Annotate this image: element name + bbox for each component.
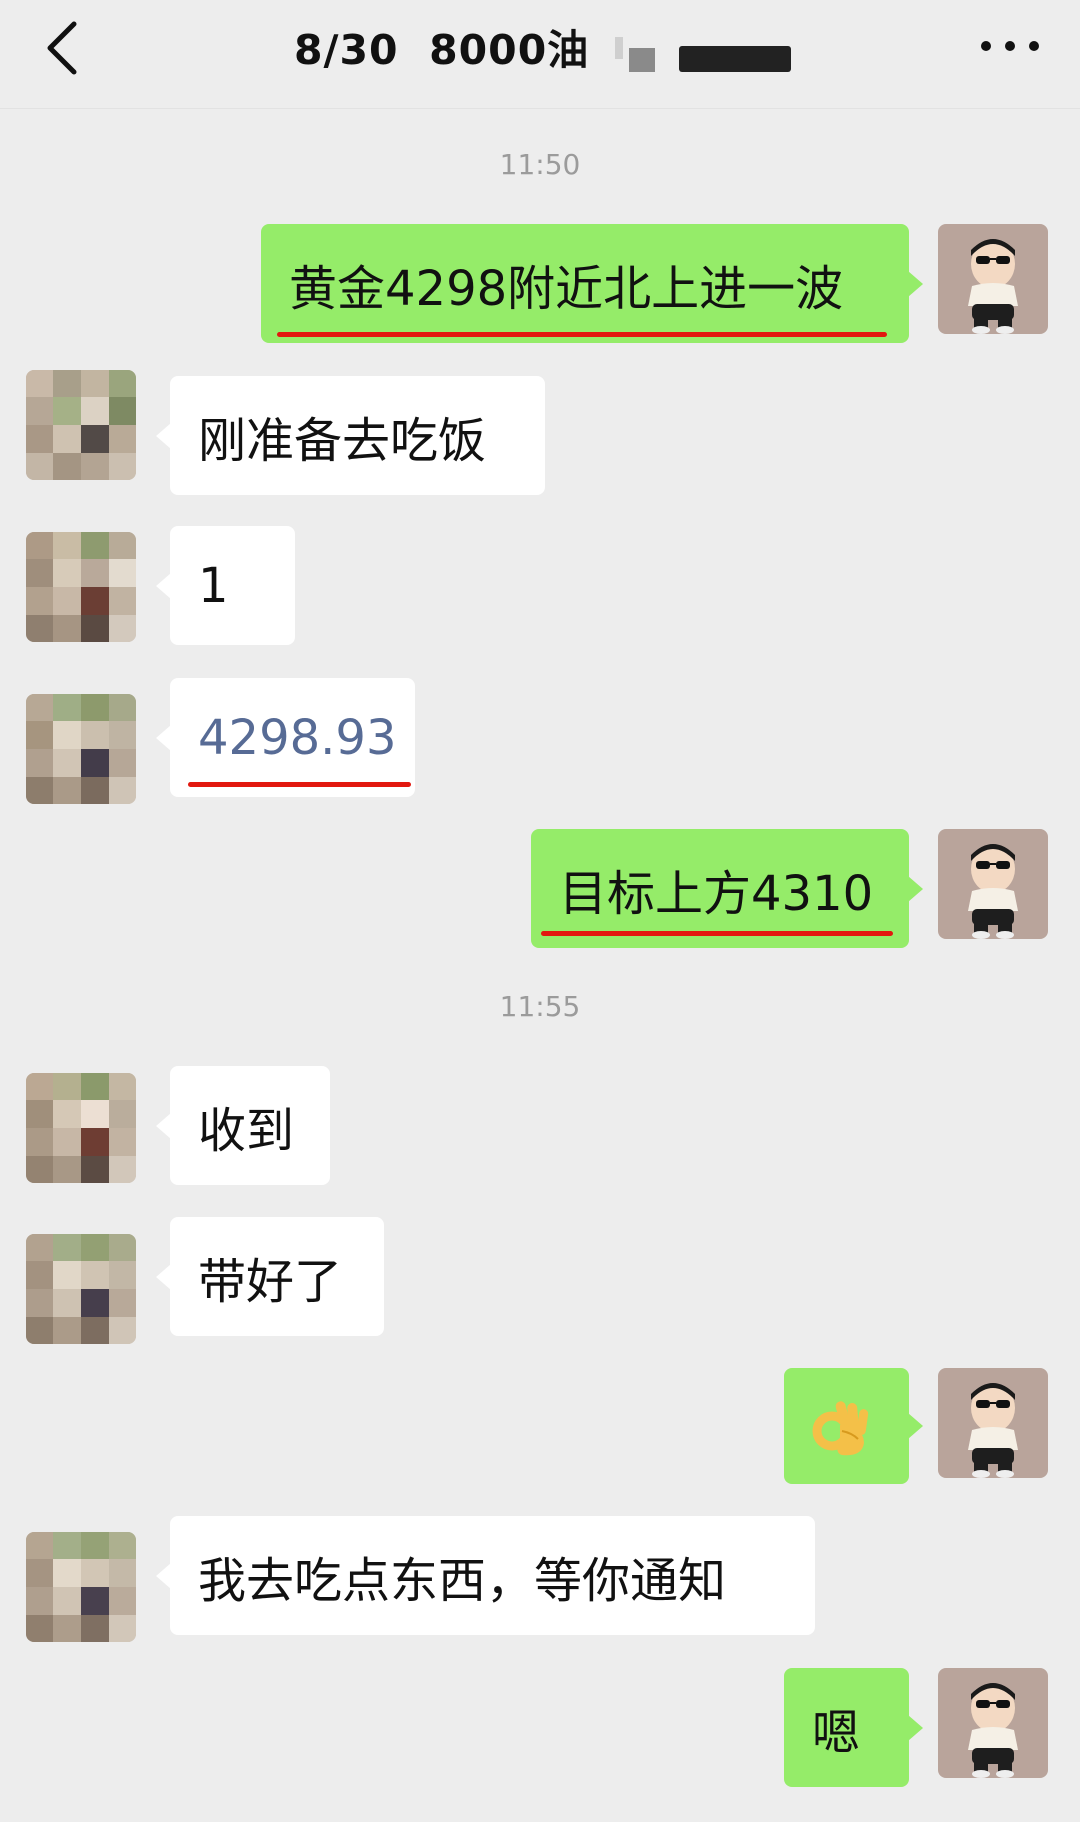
redacted-name-part (629, 48, 656, 72)
pixelated-avatar-icon (26, 1532, 136, 1642)
avatar-contact[interactable] (26, 1234, 136, 1344)
message-text: 目标上方4310 (559, 865, 874, 922)
message-bubble-incoming[interactable]: 收到 (156, 1066, 330, 1185)
message-text: 我去吃点东西，等你通知 (198, 1552, 727, 1609)
ok-hand-emoji-icon (812, 1401, 869, 1456)
avatar-contact[interactable] (26, 694, 136, 804)
red-underline-annotation (277, 332, 887, 337)
chat-title: 8/30 8000油 (294, 26, 590, 74)
red-underline-annotation (541, 931, 893, 936)
avatar-contact[interactable] (26, 532, 136, 642)
message-bubble-outgoing[interactable]: 黄金4298附近北上进一波 (261, 224, 923, 343)
cartoon-boy-avatar-icon (938, 1368, 1048, 1478)
message-bubble-outgoing[interactable]: 嗯 (784, 1668, 923, 1787)
cartoon-boy-avatar-icon (938, 829, 1048, 939)
message-bubble-outgoing[interactable] (784, 1368, 923, 1484)
timestamp: 11:50 (499, 148, 581, 181)
pixelated-avatar-icon (26, 1234, 136, 1344)
timestamp: 11:55 (499, 990, 581, 1023)
message-text: 黄金4298附近北上进一波 (289, 260, 844, 317)
message-bubble-incoming[interactable]: 1 (156, 526, 295, 645)
avatar-self[interactable] (938, 829, 1048, 939)
message-text: 刚准备去吃饭 (198, 412, 487, 469)
pixelated-avatar-icon (26, 532, 136, 642)
message-bubble-outgoing[interactable]: 目标上方4310 (531, 829, 923, 948)
cartoon-boy-avatar-icon (938, 1668, 1048, 1778)
red-underline-annotation (188, 782, 411, 787)
chat-header: 8/30 8000油 (0, 0, 1080, 109)
message-text: 1 (198, 557, 229, 614)
redacted-name-part (615, 37, 624, 59)
message-bubble-incoming[interactable]: 带好了 (156, 1217, 384, 1336)
message-bubble-incoming[interactable]: 4298.93 (156, 678, 415, 797)
message-link-text[interactable]: 4298.93 (198, 710, 397, 766)
pixelated-avatar-icon (26, 1073, 136, 1183)
chevron-left-icon[interactable] (40, 18, 90, 78)
more-dots-icon[interactable] (978, 30, 1042, 60)
message-text: 嗯 (812, 1704, 861, 1761)
pixelated-avatar-icon (26, 370, 136, 480)
cartoon-boy-avatar-icon (938, 224, 1048, 334)
chat-title-area: 8/30 8000油 (294, 16, 792, 76)
avatar-contact[interactable] (26, 1532, 136, 1642)
avatar-self[interactable] (938, 1668, 1048, 1778)
redacted-name-part (679, 46, 792, 72)
avatar-contact[interactable] (26, 1073, 136, 1183)
message-text: 收到 (198, 1102, 295, 1159)
avatar-self[interactable] (938, 224, 1048, 334)
message-bubble-incoming[interactable]: 我去吃点东西，等你通知 (156, 1516, 815, 1635)
pixelated-avatar-icon (26, 694, 136, 804)
avatar-contact[interactable] (26, 370, 136, 480)
message-bubble-incoming[interactable]: 刚准备去吃饭 (156, 376, 545, 495)
avatar-self[interactable] (938, 1368, 1048, 1478)
message-text: 带好了 (198, 1253, 343, 1310)
